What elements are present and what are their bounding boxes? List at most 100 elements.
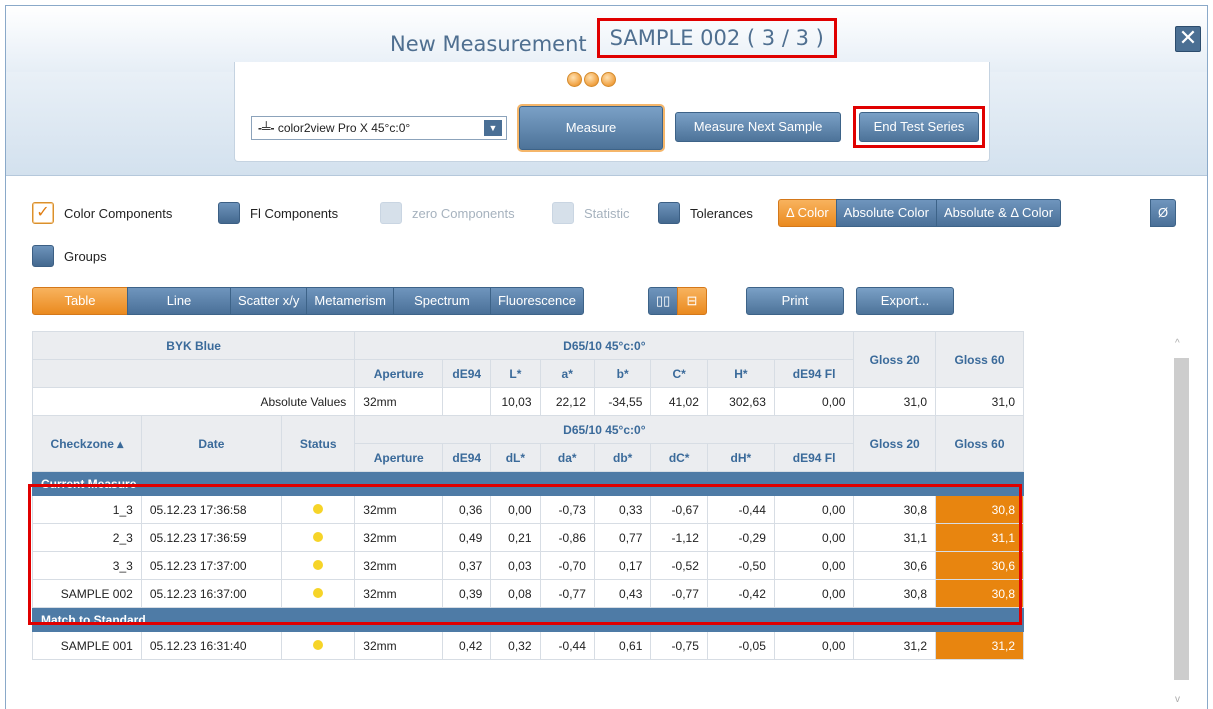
checkbox-icon[interactable] xyxy=(32,245,54,267)
split-vertical-icon[interactable]: ▯▯ xyxy=(648,287,678,315)
tolerances-label: Tolerances xyxy=(690,205,753,221)
status-cell xyxy=(281,631,356,660)
fl-components-label: Fl Components xyxy=(250,205,339,221)
col-de94: dE94 xyxy=(442,443,492,472)
absolute-values-label: Absolute Values xyxy=(31,387,356,416)
abs-cell: 10,03 xyxy=(490,387,541,416)
standard-name: BYK Blue xyxy=(31,331,356,360)
col-dh: dH* xyxy=(706,443,775,472)
progress-dot xyxy=(567,72,582,87)
abs-cell: 22,12 xyxy=(539,387,595,416)
chevron-down-icon[interactable]: ▼ xyxy=(484,120,502,136)
window-title: New Measurement SAMPLE 002 ( 3 / 3 ) xyxy=(390,18,837,64)
tab-fluorescence[interactable]: Fluorescence xyxy=(489,287,584,315)
tab-table[interactable]: Table xyxy=(32,287,128,315)
mode-absolute-color[interactable]: Absolute Color xyxy=(835,199,937,227)
split-horizontal-icon[interactable]: ⊟ xyxy=(677,287,707,315)
checkbox-icon[interactable] xyxy=(658,202,680,224)
table-cell: 05.12.23 16:31:40 xyxy=(140,631,283,660)
col-dl: dL* xyxy=(490,443,541,472)
tab-scatter[interactable]: Scatter x/y xyxy=(230,287,308,315)
diameter-icon[interactable]: Ø xyxy=(1150,199,1177,227)
device-label: color2view Pro X 45°c:0° xyxy=(277,121,411,135)
tab-line[interactable]: Line xyxy=(127,287,231,315)
checkbox-checked-icon[interactable]: ✓ xyxy=(32,202,54,224)
col-da: da* xyxy=(539,443,595,472)
col-h: H* xyxy=(706,359,775,388)
col-c: C* xyxy=(650,359,708,388)
table-cell: -0,44 xyxy=(539,631,595,660)
table-cell: 31,2 xyxy=(935,631,1024,660)
table-cell: 0,42 xyxy=(442,631,492,660)
abs-cell: -34,55 xyxy=(593,387,652,416)
table-cell: 0,32 xyxy=(490,631,541,660)
table-cell: 0,00 xyxy=(773,631,855,660)
mode-absolute-delta-color[interactable]: Absolute & Δ Color xyxy=(935,199,1062,227)
col-checkzone[interactable]: Checkzone ▴ xyxy=(32,415,142,472)
scroll-down-icon[interactable]: v xyxy=(1175,694,1180,705)
scroll-up-icon[interactable]: ^ xyxy=(1175,338,1180,349)
tolerances-option[interactable]: Tolerances xyxy=(658,202,753,224)
export-button[interactable]: Export... xyxy=(856,287,954,315)
color-components-option[interactable]: ✓ Color Components xyxy=(32,202,172,224)
col-a: a* xyxy=(539,359,595,388)
print-button[interactable]: Print xyxy=(746,287,844,315)
statistic-label: Statistic xyxy=(584,205,630,221)
table-cell: -0,75 xyxy=(650,631,708,660)
tab-spectrum[interactable]: Spectrum xyxy=(392,287,491,315)
col-gloss60: Gloss 60 xyxy=(935,331,1024,388)
measure-next-sample-button[interactable]: Measure Next Sample xyxy=(675,112,841,142)
tab-metamerism[interactable]: Metamerism xyxy=(306,287,394,315)
illuminant-header: D65/10 45°c:0° xyxy=(354,331,855,360)
col-gloss20: Gloss 20 xyxy=(853,331,936,388)
header-row-standard: BYK Blue D65/10 45°c:0° Gloss 20 Gloss 6… xyxy=(31,331,1024,388)
abs-cell xyxy=(442,387,492,416)
table-cell: 0,61 xyxy=(593,631,652,660)
zero-components-label: zero Components xyxy=(412,205,515,221)
mode-delta-color[interactable]: Δ Color xyxy=(778,199,837,227)
device-icon: -╧- xyxy=(258,121,275,135)
abs-cell: 41,02 xyxy=(650,387,708,416)
header-row-delta: Checkzone ▴ Date Status D65/10 45°c:0° G… xyxy=(32,415,1024,472)
end-test-series-button[interactable]: End Test Series xyxy=(859,112,979,142)
checkbox-icon xyxy=(552,202,574,224)
col-l: L* xyxy=(490,359,541,388)
checkbox-icon xyxy=(380,202,402,224)
table-cell: -0,05 xyxy=(706,631,775,660)
layout-toggle[interactable]: ▯▯ ⊟ xyxy=(648,287,707,315)
groups-option[interactable]: Groups xyxy=(32,245,107,267)
groups-label: Groups xyxy=(64,248,107,264)
col-gloss20: Gloss 20 xyxy=(853,415,936,472)
close-button[interactable]: ✕ xyxy=(1175,26,1201,52)
col-de94fl: dE94 Fl xyxy=(773,443,855,472)
checkbox-icon[interactable] xyxy=(218,202,240,224)
table-row[interactable]: SAMPLE 001 05.12.23 16:31:40 32mm 0,42 0,32-… xyxy=(32,631,1024,660)
measure-panel: -╧- color2view Pro X 45°c:0° ▼ Measure M… xyxy=(234,62,990,162)
table-cell: 31,2 xyxy=(853,631,936,660)
blank-header xyxy=(31,359,356,388)
col-status[interactable]: Status xyxy=(281,415,356,472)
progress-dot xyxy=(584,72,599,87)
abs-cell: 31,0 xyxy=(935,387,1024,416)
fl-components-option[interactable]: Fl Components xyxy=(218,202,338,224)
sample-counter: SAMPLE 002 ( 3 / 3 ) xyxy=(596,18,837,58)
view-tabs[interactable]: Table Line Scatter x/y Metamerism Spectr… xyxy=(32,287,584,315)
col-gloss60: Gloss 60 xyxy=(935,415,1024,472)
abs-cell: 302,63 xyxy=(706,387,775,416)
col-db: db* xyxy=(593,443,652,472)
col-date[interactable]: Date xyxy=(140,415,283,472)
diameter-toggle[interactable]: Ø xyxy=(1150,199,1177,227)
match-rows: SAMPLE 001 05.12.23 16:31:40 32mm 0,42 0,32-… xyxy=(32,631,1024,660)
statistic-option: Statistic xyxy=(552,202,630,224)
device-select[interactable]: -╧- color2view Pro X 45°c:0° ▼ xyxy=(251,116,507,140)
vertical-scrollbar[interactable]: ^ v xyxy=(1170,336,1192,709)
color-components-label: Color Components xyxy=(64,205,173,221)
col-b: b* xyxy=(593,359,652,388)
col-dc: dC* xyxy=(650,443,708,472)
scroll-thumb[interactable] xyxy=(1174,358,1189,680)
progress-dots xyxy=(567,72,616,87)
color-mode-toggle[interactable]: Δ Color Absolute Color Absolute & Δ Colo… xyxy=(778,199,1062,227)
zero-components-option: zero Components xyxy=(380,202,515,224)
measure-button[interactable]: Measure xyxy=(519,106,663,150)
absolute-values-row: Absolute Values 32mm 10,03 22,12 -34,55 … xyxy=(31,387,1024,416)
